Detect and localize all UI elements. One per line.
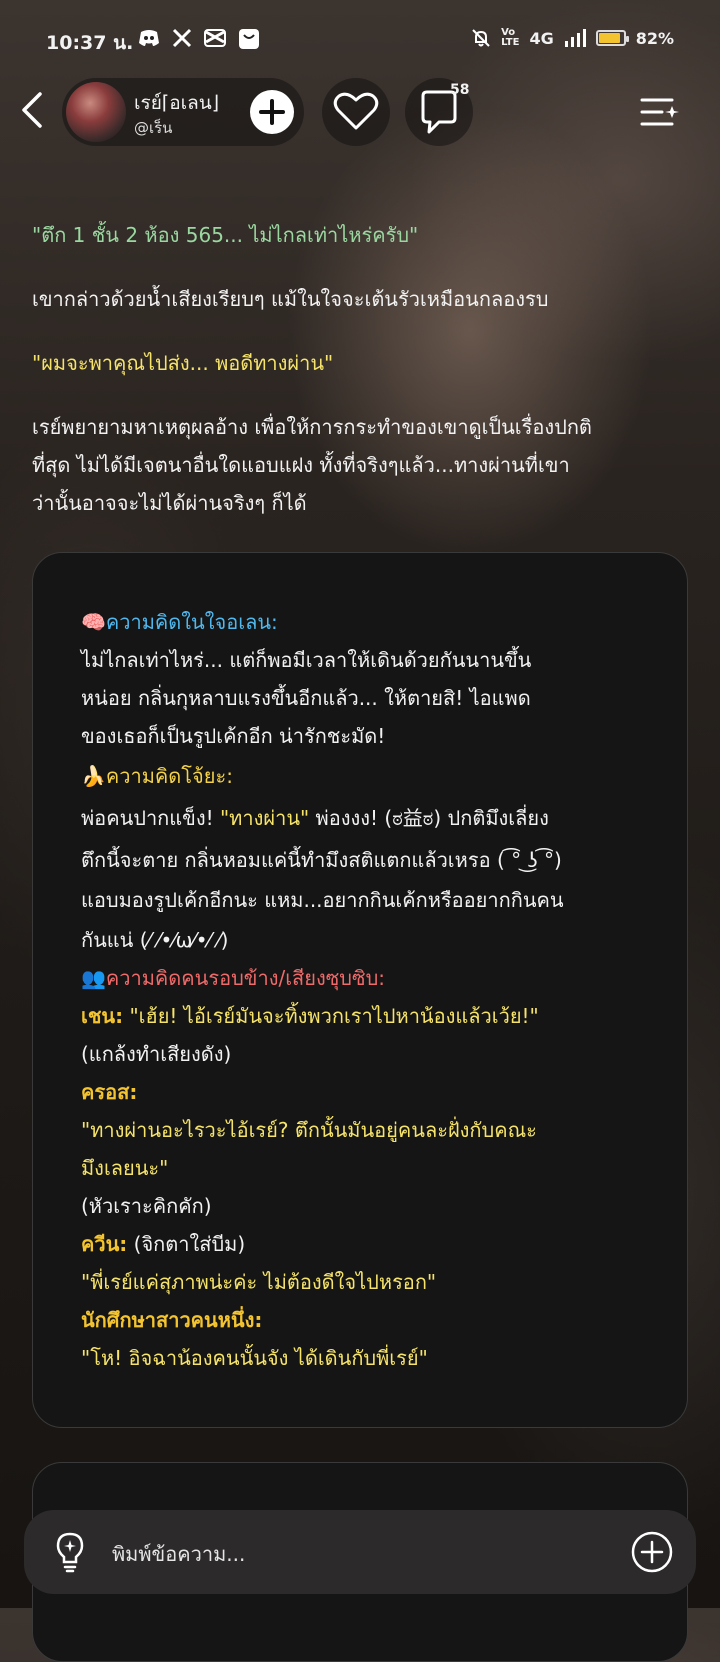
bell-off-icon (472, 29, 490, 47)
character-handle: @เร็น (134, 119, 173, 137)
speaker-quote: "พี่เรย์แค่สุภาพน่ะค่ะ ไม่ต้องดีใจไปหรอก… (81, 1270, 437, 1294)
status-bar: 10:37 น. Vo LTE 4G 82% (0, 0, 720, 80)
avatar[interactable] (66, 82, 126, 142)
section-title-alen-thoughts: 🧠ความคิดในใจอเลน: (81, 610, 278, 634)
character-profile[interactable]: เรย์⌈อเลน⌋ @เร็น (62, 78, 304, 146)
speaker-name: ครอส: (81, 1080, 138, 1104)
speaker-quote: "โห! อิจฉาน้องคนนั้นจัง ได้เดินกับพี่เรย… (81, 1346, 428, 1370)
thought-line: พ่อคนปากแข็ง! "ทางผ่าน" พ่องงง! (ಠ益ಠ) ปก… (81, 799, 643, 837)
bystander-line: ควีน: (จิกตาใส่บีม) (81, 1225, 643, 1263)
thought-text: พ่องงง! (ಠ益ಠ) ปกติมึงเลี่ยง (309, 806, 549, 830)
thought-line: หน่อย กลิ่นกุหลาบแรงขึ้นอีกแล้ว... ให้ตา… (81, 686, 531, 710)
speaker-action: (แกล้งทำเสียงดัง) (81, 1042, 232, 1066)
bystander-line: เชน: "เฮ้ย! ไอ้เรย์มันจะทิ้งพวกเราไปหาน้… (81, 997, 643, 1035)
thoughts-card: 🧠ความคิดในใจอเลน: ไม่ไกลเท่าไหร่... แต่ก… (32, 552, 688, 1428)
notification-icons (138, 28, 260, 50)
thought-line: ไม่ไกลเท่าไหร่... แต่ก็พอมีเวลาให้เดินด้… (81, 648, 532, 672)
speaker-action: (หัวเราะคิกคัก) (81, 1194, 212, 1218)
narration-line: ที่สุด ไม่ได้มีเจตนาอื่นใดแอบแฝง ทั้งที่… (32, 453, 570, 477)
system-status: Vo LTE 4G 82% (471, 28, 674, 48)
section-title-joya-thoughts: 🍌ความคิดโจ้ยะ: (81, 764, 233, 788)
battery-percent: 82% (635, 28, 674, 48)
speaker-quote: "ทางผ่านอะไรวะไอ้เรย์? ตึกนั้นมันอยู่คนล… (81, 1118, 537, 1142)
comment-count: 58 (450, 82, 470, 98)
speaker-quote: "เฮ้ย! ไอ้เรย์มันจะทิ้งพวกเราไปหาน้องแล้… (123, 1004, 539, 1028)
battery-icon (595, 30, 629, 46)
thought-text: พ่อคนปากแข็ง! (81, 806, 220, 830)
narration-line: ว่านั้นอาจจะไม่ได้ผ่านจริงๆ ก็ได้ (32, 491, 307, 515)
narration-line: เรย์พยายามหาเหตุผลอ้าง เพื่อให้การกระทำข… (32, 415, 592, 439)
speaker-name: นักศึกษาสาวคนหนึ่ง: (81, 1308, 263, 1332)
thought-quote: "ทางผ่าน" (219, 806, 310, 830)
back-arrow-icon[interactable] (18, 90, 46, 130)
thought-line: ตึกนี้จะตาย กลิ่นหอมแค่นี้ทำมึงสติแตกแล้… (81, 848, 562, 872)
story-text: "ตึก 1 ชั้น 2 ห้อง 565... ไม่ไกลเท่าไหร่… (32, 216, 692, 522)
x-icon (172, 28, 192, 48)
heart-icon (333, 92, 379, 130)
plus-icon (259, 99, 285, 125)
thought-line: แอบมองรูปเค้กอีกนะ แหม...อยากกินเค้กหรือ… (81, 888, 564, 912)
status-time: 10:37 น. (46, 32, 134, 54)
add-circle-icon[interactable] (630, 1530, 674, 1574)
narration: เขากล่าวด้วยน้ำเสียงเรียบๆ แม้ในใจจะเต้น… (32, 287, 549, 311)
lightbulb-icon[interactable] (50, 1530, 90, 1574)
network-label: 4G (529, 28, 554, 48)
thought-line: กันแน่ (⁄ ⁄•⁄ω⁄•⁄ ⁄) (81, 928, 229, 952)
speaker-quote: มึงเลยนะ" (81, 1156, 169, 1180)
follow-button[interactable] (250, 90, 294, 134)
chat-header: เรย์⌈อเลน⌋ @เร็น 58 (0, 76, 720, 146)
dialogue-quote: "ผมจะพาคุณไปส่ง... พอดีทางผ่าน" (32, 351, 334, 375)
message-input-bar[interactable]: พิมพ์ข้อความ... (24, 1510, 696, 1594)
volte-icon: Vo LTE (501, 27, 520, 48)
message-input[interactable]: พิมพ์ข้อความ... (112, 1538, 245, 1570)
capcut-icon (204, 29, 226, 47)
dialogue-quote: "ตึก 1 ชั้น 2 ห้อง 565... ไม่ไกลเท่าไหร่… (32, 223, 419, 247)
section-title-bystanders: 👥ความคิดคนรอบข้าง/เสียงซุบซิบ: (81, 966, 386, 990)
menu-sparkle-icon[interactable] (640, 94, 680, 130)
shopping-bag-icon (239, 29, 259, 49)
discord-icon (139, 30, 159, 46)
character-name: เรย์⌈อเลน⌋ (134, 92, 220, 114)
speaker-name: ควีน: (81, 1232, 128, 1256)
thought-line: ของเธอก็เป็นรูปเค้กอีก น่ารักชะมัด! (81, 724, 386, 748)
like-button[interactable] (322, 78, 390, 146)
speaker-action: (จิกตาใส่บีม) (127, 1232, 246, 1256)
speaker-name: เชน: (81, 1004, 124, 1028)
signal-icon (564, 29, 586, 47)
